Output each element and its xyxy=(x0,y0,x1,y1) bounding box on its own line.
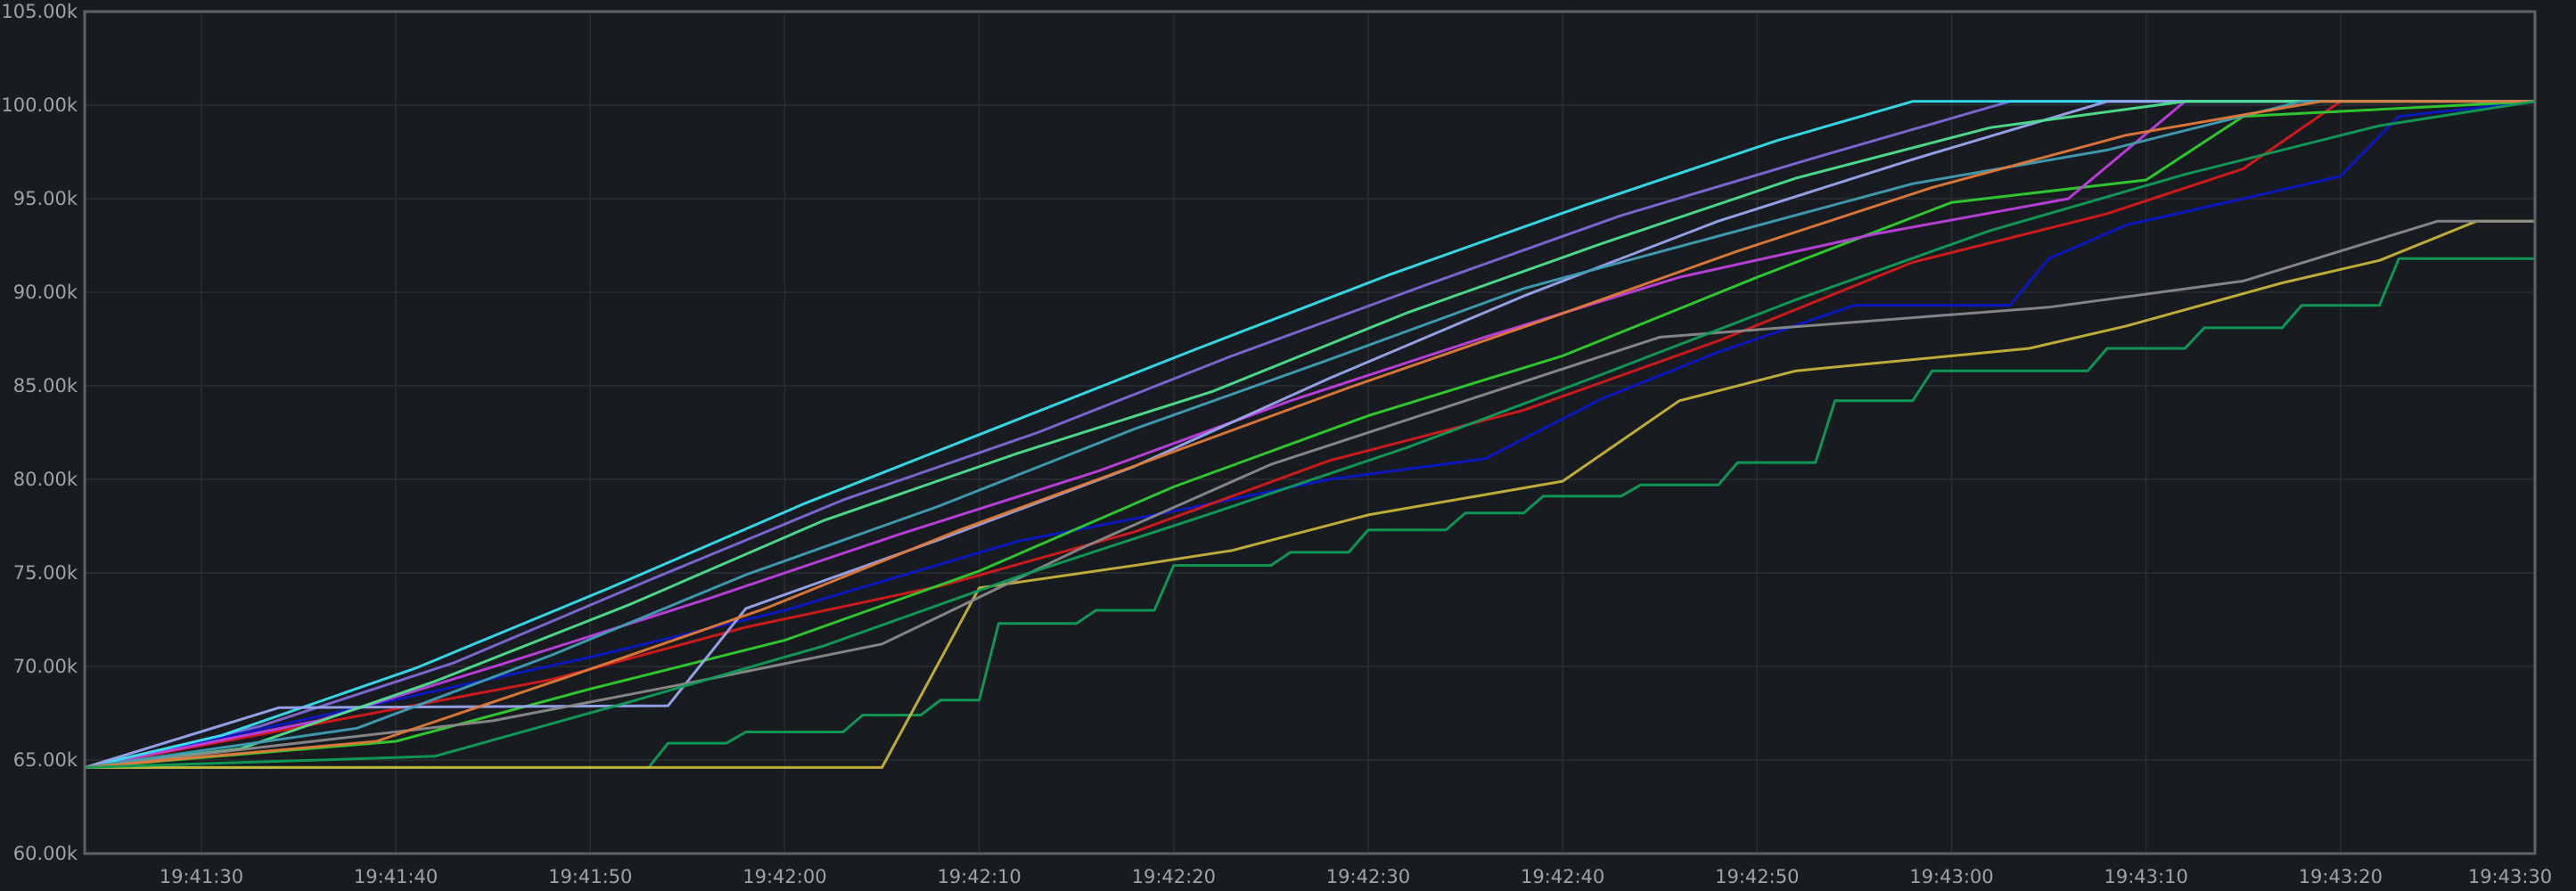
x-tick-label: 19:41:40 xyxy=(354,866,438,887)
line-chart: 60.00k 65.00k 70.00k 75.00k 80.00k 85.00k 90.0… xyxy=(0,0,2576,891)
y-tick-label: 100.00k xyxy=(1,94,78,116)
x-tick-label: 19:42:00 xyxy=(742,866,826,887)
y-tick-label: 95.00k xyxy=(13,188,78,209)
y-tick-label: 105.00k xyxy=(1,1,78,22)
x-tick-label: 19:43:10 xyxy=(2104,866,2187,887)
x-tick-label: 19:42:50 xyxy=(1715,866,1799,887)
x-tick-label: 19:42:20 xyxy=(1132,866,1216,887)
y-tick-label: 80.00k xyxy=(13,469,78,490)
x-tick-label: 19:43:30 xyxy=(2468,866,2552,887)
chart-container: 60.00k 65.00k 70.00k 75.00k 80.00k 85.00k 90.0… xyxy=(0,0,2576,891)
y-tick-label: 90.00k xyxy=(13,282,78,303)
x-tick-label: 19:43:00 xyxy=(1909,866,1993,887)
x-tick-label: 19:43:20 xyxy=(2299,866,2383,887)
x-tick-label: 19:41:50 xyxy=(548,866,632,887)
x-tick-label: 19:42:10 xyxy=(937,866,1021,887)
y-tick-label: 65.00k xyxy=(13,749,78,771)
x-tick-label: 19:41:30 xyxy=(160,866,243,887)
x-tick-label: 19:42:40 xyxy=(1521,866,1604,887)
y-tick-label: 70.00k xyxy=(13,656,78,677)
x-tick-label: 19:42:30 xyxy=(1326,866,1410,887)
y-tick-label: 60.00k xyxy=(13,843,78,864)
y-tick-label: 75.00k xyxy=(13,562,78,584)
y-tick-label: 85.00k xyxy=(13,375,78,396)
